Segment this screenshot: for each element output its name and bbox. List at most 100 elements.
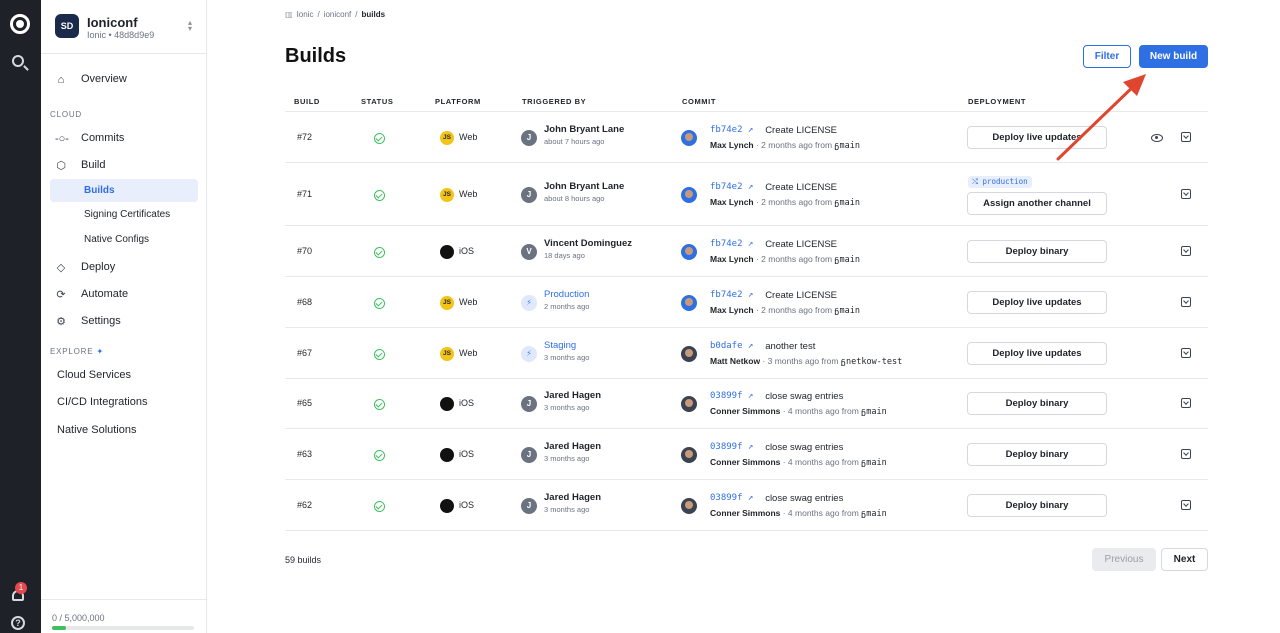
- new-build-button[interactable]: New build: [1139, 45, 1208, 68]
- commit-meta: Max Lynch · 2 months ago from ᵷmain: [710, 254, 860, 265]
- sidebar-item-cloud-services[interactable]: Cloud Services: [57, 369, 131, 381]
- column-header-status: STATUS: [361, 97, 394, 106]
- table-row[interactable]: #65 iOS J Jared Hagen 3 months ago 03899f ↗ cl…: [285, 378, 1208, 428]
- table-row[interactable]: #63 iOS J Jared Hagen 3 months ago 03899f ↗ cl…: [285, 428, 1208, 479]
- home-icon: ⌂: [57, 74, 65, 86]
- next-page-button[interactable]: Next: [1161, 548, 1208, 571]
- sidebar-item-label: Native Configs: [84, 234, 150, 245]
- deploy-button[interactable]: Deploy live updates: [967, 290, 1107, 314]
- build-number[interactable]: #63: [297, 449, 312, 459]
- sidebar-item-automate[interactable]: ⟳ Automate: [50, 283, 198, 306]
- commit-message: Create LICENSE: [765, 289, 837, 301]
- platform-label: iOS: [459, 499, 475, 510]
- build-number[interactable]: #65: [297, 398, 312, 408]
- diamond-icon: ◇: [56, 262, 66, 274]
- javascript-icon: JS: [440, 187, 454, 202]
- download-icon[interactable]: [1181, 448, 1191, 459]
- triggered-by-name[interactable]: Staging: [544, 340, 576, 351]
- sidebar-item-native-configs[interactable]: Native Configs: [50, 228, 198, 251]
- build-number[interactable]: #68: [297, 297, 312, 307]
- deploy-button[interactable]: Deploy binary: [967, 239, 1107, 263]
- usage-text: 0 / 5,000,000: [52, 613, 105, 623]
- commit-message: close swag entries: [765, 492, 844, 504]
- deploy-button[interactable]: Deploy live updates: [967, 341, 1107, 365]
- table-row[interactable]: #71 JS Web J John Bryant Lane about 8 hours a…: [285, 162, 1208, 225]
- breadcrumb-app[interactable]: ioniconf: [324, 10, 352, 19]
- project-id: Ionic • 48d8d9e9: [87, 30, 155, 40]
- triggered-by-name[interactable]: Production: [544, 289, 589, 300]
- commit-hash-link[interactable]: fb74e2 ↗: [710, 239, 753, 249]
- triggered-by-name: Jared Hagen: [544, 390, 602, 401]
- filter-button[interactable]: Filter: [1083, 45, 1131, 68]
- commit-hash-link[interactable]: fb74e2 ↗: [710, 182, 753, 192]
- eye-icon[interactable]: [1151, 133, 1163, 142]
- sidebar: SD Ioniconf Ionic • 48d8d9e9 ▴ ▾ ⌂ Overvi…: [41, 0, 207, 633]
- commit-meta: Matt Netkow · 3 months ago from ᵷnetkow-…: [710, 356, 902, 367]
- column-header-build: BUILD: [294, 97, 320, 106]
- download-icon[interactable]: [1181, 296, 1191, 307]
- deploy-button[interactable]: Deploy binary: [967, 493, 1107, 517]
- build-number[interactable]: #62: [297, 500, 312, 510]
- cube-icon: ⬡: [56, 160, 66, 172]
- sidebar-item-cicd-integrations[interactable]: CI/CD Integrations: [57, 396, 147, 408]
- build-number[interactable]: #67: [297, 348, 312, 358]
- table-row[interactable]: #68 JS Web ⚡ Production 2 months ago fb74e2 ↗ C…: [285, 276, 1208, 327]
- sidebar-item-label: Automate: [81, 288, 129, 300]
- commit-hash-link[interactable]: 03899f ↗: [710, 493, 753, 503]
- sidebar-item-overview[interactable]: ⌂ Overview: [50, 68, 198, 91]
- commit-hash-link[interactable]: fb74e2 ↗: [710, 125, 753, 135]
- commit-author-avatar: [681, 396, 697, 412]
- javascript-icon: JS: [440, 295, 454, 310]
- commit-hash-link[interactable]: 03899f ↗: [710, 391, 753, 401]
- commit-hash-link[interactable]: 03899f ↗: [710, 442, 753, 452]
- triggered-time: 3 months ago: [544, 453, 590, 463]
- download-icon[interactable]: [1181, 245, 1191, 256]
- commit-message: close swag entries: [765, 441, 844, 453]
- success-check-icon: [374, 246, 385, 258]
- sidebar-item-build[interactable]: ⬡ Build: [50, 154, 198, 177]
- column-header-commit: COMMIT: [682, 97, 717, 106]
- table-row[interactable]: #67 JS Web ⚡ Staging 3 months ago b0dafe ↗ anot…: [285, 327, 1208, 378]
- commit-message: Create LICENSE: [765, 238, 837, 250]
- sidebar-item-settings[interactable]: ⚙ Settings: [50, 310, 198, 333]
- deploy-button[interactable]: Deploy binary: [967, 442, 1107, 466]
- download-icon[interactable]: [1181, 398, 1191, 408]
- help-icon[interactable]: ?: [11, 616, 25, 630]
- apple-icon: [440, 447, 454, 462]
- apple-icon: [440, 498, 454, 513]
- search-icon[interactable]: [12, 55, 24, 67]
- download-icon[interactable]: [1181, 499, 1191, 510]
- commit-author: Conner Simmons: [710, 507, 781, 518]
- apple-icon: [440, 244, 454, 259]
- download-icon[interactable]: [1181, 131, 1191, 142]
- commit-ago: · 4 months ago from: [780, 406, 862, 416]
- download-icon[interactable]: [1181, 347, 1191, 358]
- build-number[interactable]: #72: [297, 132, 312, 142]
- breadcrumb-org[interactable]: Ionic: [297, 10, 314, 19]
- table-row[interactable]: #72 JS Web J John Bryant Lane about 7 hours a…: [285, 111, 1208, 162]
- deploy-button[interactable]: Assign another channel: [967, 192, 1107, 215]
- project-switcher[interactable]: SD Ioniconf Ionic • 48d8d9e9 ▴ ▾: [41, 0, 206, 54]
- commit-hash-link[interactable]: fb74e2 ↗: [710, 290, 753, 300]
- sidebar-item-deploy[interactable]: ◇ Deploy: [50, 256, 198, 279]
- build-number[interactable]: #70: [297, 246, 312, 256]
- table-row[interactable]: #62 iOS J Jared Hagen 3 months ago 03899f ↗ cl…: [285, 479, 1208, 530]
- build-number[interactable]: #71: [297, 189, 312, 199]
- platform-label: Web: [459, 188, 478, 199]
- commit-author: Matt Netkow: [710, 355, 761, 366]
- deploy-button[interactable]: Deploy live updates: [967, 125, 1107, 149]
- commit-hash-link[interactable]: b0dafe ↗: [710, 341, 753, 351]
- sidebar-item-signing-certificates[interactable]: Signing Certificates: [50, 203, 198, 226]
- sidebar-item-label: Overview: [81, 73, 127, 85]
- column-header-platform: PLATFORM: [435, 97, 481, 106]
- sidebar-item-commits[interactable]: -○- Commits: [50, 127, 198, 150]
- sidebar-item-builds[interactable]: Builds: [50, 179, 198, 202]
- sidebar-item-native-solutions[interactable]: Native Solutions: [57, 424, 137, 436]
- table-row[interactable]: #70 iOS V Vincent Dominguez 18 days ago fb74e…: [285, 225, 1208, 276]
- success-check-icon: [374, 399, 385, 410]
- ionic-logo-icon[interactable]: [10, 14, 30, 34]
- download-icon[interactable]: [1181, 188, 1191, 199]
- deploy-button[interactable]: Deploy binary: [967, 392, 1107, 415]
- app-rail: 1 ?: [0, 0, 41, 633]
- previous-page-button[interactable]: Previous: [1092, 548, 1156, 571]
